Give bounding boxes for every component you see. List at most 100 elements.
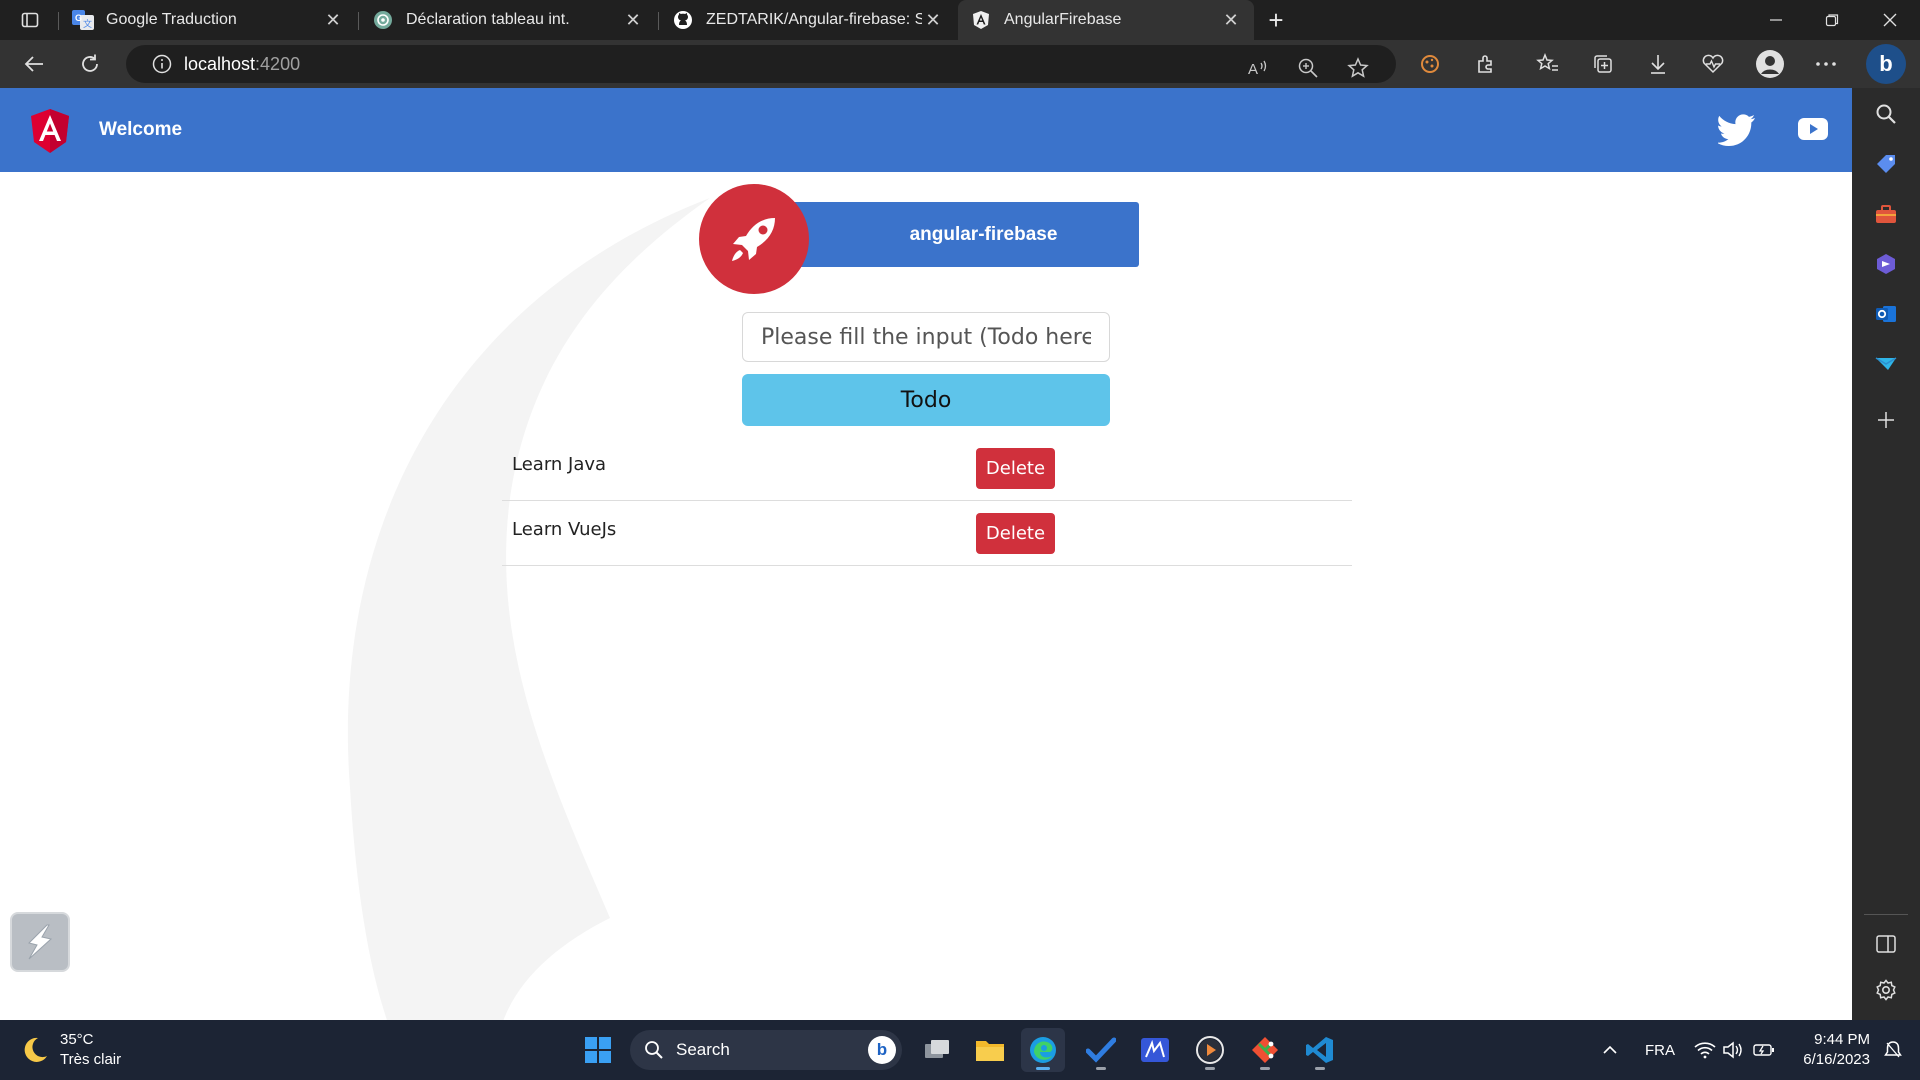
performance-icon[interactable] xyxy=(1695,48,1731,80)
edge-taskbar-icon[interactable] xyxy=(1021,1028,1065,1072)
moon-weather-icon xyxy=(24,1037,47,1062)
svg-text:A: A xyxy=(1248,61,1258,78)
extensions-icon[interactable] xyxy=(1468,48,1504,80)
todo-app-icon[interactable] xyxy=(1079,1028,1123,1072)
zoom-icon[interactable] xyxy=(1294,54,1322,82)
taskbar-search[interactable]: Search b xyxy=(630,1030,902,1070)
running-app-indicator xyxy=(1315,1067,1325,1070)
editor-app-icon[interactable] xyxy=(1133,1028,1177,1072)
sidebar-search-icon[interactable] xyxy=(1870,98,1902,130)
weather-description: Très clair xyxy=(60,1051,122,1068)
task-view-icon[interactable] xyxy=(915,1028,959,1072)
sidebar-drop-icon[interactable] xyxy=(1870,348,1902,380)
delete-button[interactable]: Delete xyxy=(976,513,1055,554)
bing-copilot-icon[interactable]: b xyxy=(1866,44,1906,84)
system-clock[interactable]: 9:44 PM 6/16/2023 xyxy=(1790,1030,1870,1070)
svg-text:G: G xyxy=(75,13,82,23)
todo-item: Learn VueJs Delete xyxy=(502,501,1352,566)
refresh-icon[interactable] xyxy=(72,48,108,80)
minimize-icon[interactable] xyxy=(1748,0,1804,40)
tab-close-icon[interactable]: ✕ xyxy=(322,9,344,31)
sidebar-settings-gear-icon[interactable] xyxy=(1870,974,1902,1006)
weather-temperature: 35°C xyxy=(60,1031,94,1048)
page-viewport: Welcome angular-firebase Todo Learn Java… xyxy=(0,88,1852,1020)
battery-icon[interactable] xyxy=(1753,1020,1775,1080)
file-explorer-icon[interactable] xyxy=(968,1028,1012,1072)
favorite-star-icon[interactable] xyxy=(1344,54,1372,82)
tab-github[interactable]: ZEDTARIK/Angular-firebase: Sma ✕ xyxy=(660,0,956,40)
volume-icon[interactable] xyxy=(1722,1020,1744,1080)
media-player-icon[interactable] xyxy=(1188,1028,1232,1072)
tab-separator xyxy=(358,12,359,30)
back-icon[interactable] xyxy=(16,48,52,80)
weather-widget[interactable]: 35°C Très clair xyxy=(20,1030,121,1070)
todo-item-text: Learn Java xyxy=(512,454,607,475)
lightning-bolt-icon xyxy=(28,924,53,960)
new-tab-icon[interactable]: + xyxy=(1262,5,1290,35)
tab-actions-icon[interactable] xyxy=(12,6,48,34)
todo-list: Learn Java Delete Learn VueJs Delete xyxy=(502,436,1352,566)
todo-item-text: Learn VueJs xyxy=(512,519,617,540)
url-text: localhost:4200 xyxy=(184,54,300,75)
restore-icon[interactable] xyxy=(1804,0,1860,40)
tab-chatgpt[interactable]: Déclaration tableau int. ✕ xyxy=(360,0,656,40)
more-menu-icon[interactable] xyxy=(1808,48,1844,80)
tab-separator xyxy=(658,12,659,30)
tab-close-icon[interactable]: ✕ xyxy=(622,9,644,31)
favorites-icon[interactable] xyxy=(1530,48,1566,80)
active-app-indicator xyxy=(1036,1067,1050,1070)
sidebar-split-icon[interactable] xyxy=(1870,928,1902,960)
browser-toolbar: localhost:4200 A xyxy=(0,40,1920,88)
show-hidden-icons[interactable] xyxy=(1602,1020,1618,1080)
input-language[interactable]: FRA xyxy=(1645,1020,1675,1080)
downloads-icon[interactable] xyxy=(1640,48,1676,80)
chatgpt-icon xyxy=(372,9,394,31)
address-bar[interactable]: localhost:4200 A xyxy=(126,45,1396,83)
running-app-indicator xyxy=(1205,1067,1215,1070)
sidebar-shopping-icon[interactable] xyxy=(1870,148,1902,180)
angular-logo-icon[interactable] xyxy=(30,108,70,154)
notifications-icon[interactable] xyxy=(1884,1020,1902,1080)
floating-extension-button[interactable] xyxy=(10,912,70,972)
header-title: Welcome xyxy=(99,119,183,140)
todo-input[interactable] xyxy=(742,312,1110,362)
youtube-icon[interactable] xyxy=(1798,118,1828,140)
tab-google-translate[interactable]: G文 Google Traduction ✕ xyxy=(60,0,356,40)
window-close-icon[interactable] xyxy=(1862,0,1918,40)
cookie-extension-icon[interactable] xyxy=(1412,48,1448,80)
git-app-icon[interactable] xyxy=(1243,1028,1287,1072)
app-header: Welcome xyxy=(0,88,1852,172)
tab-close-icon[interactable]: ✕ xyxy=(922,9,944,31)
clock-time: 9:44 PM xyxy=(1814,1031,1870,1048)
sidebar-divider xyxy=(1864,914,1908,915)
read-aloud-icon[interactable]: A xyxy=(1244,54,1272,82)
search-label: Search xyxy=(676,1040,730,1059)
site-info-icon[interactable] xyxy=(140,54,184,74)
tab-separator xyxy=(58,12,59,30)
sidebar-games-icon[interactable] xyxy=(1870,248,1902,280)
windows-start-icon[interactable] xyxy=(576,1028,620,1072)
rocket-icon xyxy=(732,218,775,261)
clock-date: 6/16/2023 xyxy=(1803,1051,1870,1068)
edge-sidebar xyxy=(1852,88,1920,1020)
add-todo-button[interactable]: Todo xyxy=(742,374,1110,426)
sidebar-outlook-icon[interactable] xyxy=(1870,298,1902,330)
todo-item: Learn Java Delete xyxy=(502,436,1352,501)
running-app-indicator xyxy=(1260,1067,1270,1070)
angular-icon xyxy=(970,9,992,31)
url-port: :4200 xyxy=(255,53,301,74)
profile-avatar-icon[interactable] xyxy=(1752,48,1788,80)
app-brand-title: angular-firebase xyxy=(780,202,1139,267)
twitter-icon[interactable] xyxy=(1718,114,1756,146)
sidebar-add-icon[interactable] xyxy=(1870,404,1902,436)
wifi-icon[interactable] xyxy=(1694,1020,1716,1080)
tab-close-icon[interactable]: ✕ xyxy=(1220,9,1242,31)
collections-icon[interactable] xyxy=(1585,48,1621,80)
svg-text:文: 文 xyxy=(83,18,92,29)
sidebar-tools-icon[interactable] xyxy=(1870,198,1902,230)
vscode-icon[interactable] xyxy=(1298,1028,1342,1072)
delete-button[interactable]: Delete xyxy=(976,448,1055,489)
tab-angularfirebase[interactable]: AngularFirebase ✕ xyxy=(958,0,1254,40)
google-translate-icon: G文 xyxy=(72,9,94,31)
windows-taskbar: 35°C Très clair Search b FRA 9:44 PM 6/1… xyxy=(0,1020,1920,1080)
